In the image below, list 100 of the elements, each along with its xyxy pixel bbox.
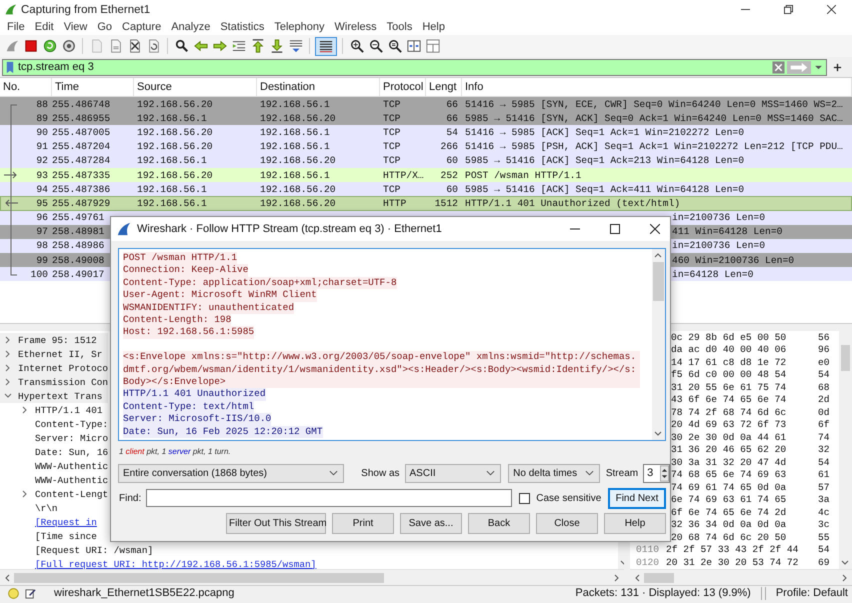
dialog-button[interactable]: Back [468,513,530,534]
hex-bytes: 31 20 55 6e 61 75 74 [670,382,788,393]
tree-item[interactable]: Server: Micro [35,432,108,444]
packet-row[interactable]: 89 255.486955 192.168.56.1 192.168.56.20 TCP 66 5985 → 51416 [SYN, ACK] Seq=0 Ack=1 Win=64240 Len=0 MSS=1460 SAC… [0,111,852,126]
table-cell-text: 192.168.56.1 [136,155,208,166]
menu-item[interactable]: Tools [382,21,418,33]
conversation-dropdown[interactable]: Entire conversation (1868 bytes) [118,464,344,482]
column-header[interactable]: Lengt [426,78,462,96]
hex-bytes: 54 [818,369,830,380]
link[interactable]: [Full request URI: http://192.168.56.1:5985/wsman] [35,558,316,569]
tree-item[interactable]: \r\n [35,502,58,514]
table-cell-text: 51416 → 5985 [SYN, ECE, CWR] Seq=0 Win=64240 Len=0 MSS=1460 WS=2… [464,98,844,110]
capture-file-name: wireshark_Ethernet1SB5E22.pcapng [54,587,234,599]
table-cell-text: 5985 → 51416 [ACK] Seq=1 Ack=411 Win=64128 Len=0 [464,184,746,195]
table-cell-text: 411 Win=64128 Len=0 [672,226,784,238]
table-cell-text: 255.487386 [52,184,112,195]
table-cell-text: 98 [35,240,49,252]
column-header[interactable]: Source [134,78,257,96]
hex-bytes: 32 36 34 0d 0a 0d 0a [670,519,788,530]
window-title: Capturing from Ethernet1 [21,4,150,16]
packet-row[interactable]: 92 255.487284 192.168.56.1 192.168.56.20 TCP 60 5985 → 51416 [ACK] Seq=1 Ack=213 Win=64128 Len=0 [0,154,852,168]
tree-item[interactable]: Content-Type: [35,418,108,430]
hex-bytes: 6e 74 69 63 61 74 65 [670,494,788,506]
table-cell-text: 66 [445,98,459,110]
column-header[interactable]: No. [0,78,52,96]
dialog-button[interactable]: Close [536,513,598,534]
table-cell-text: 255.487335 [52,170,112,181]
table-cell-text: 255.486955 [52,112,112,124]
table-cell-text: in=2100736 Len=0 [672,240,766,252]
packet-row[interactable]: 90 255.487005 192.168.56.20 192.168.56.1 TCP 54 51416 → 5985 [ACK] Seq=1 Ack=1 Win=2102272 Len=0 [0,125,852,140]
table-cell-text: 192.168.56.20 [136,126,214,138]
hex-bytes: 57 [818,482,830,493]
packet-row[interactable]: 94 255.487386 192.168.56.1 192.168.56.20 TCP 60 5985 → 51416 [ACK] Seq=1 Ack=411 Win=64128 Len=0 [0,182,852,196]
menu-item[interactable]: Go [92,21,118,33]
table-cell-text: 255.486748 [52,98,112,110]
column-header[interactable]: Destination [257,78,380,96]
menu-item[interactable]: Wireless [330,21,382,33]
hex-bytes: 74 68 65 6e 74 69 63 [670,469,788,480]
table-cell-text: TCP [382,98,402,110]
menu-item[interactable]: Capture [117,21,166,33]
table-cell-text: 192.168.56.20 [136,141,214,152]
column-header[interactable]: Info [462,78,852,96]
menu-item[interactable]: Help [417,21,450,33]
dialog-button[interactable]: Save as... [400,513,462,534]
table-cell-text: 460 Win=2100736 Len=0 [672,254,796,266]
menu-item[interactable]: Analyze [166,21,216,33]
tree-item[interactable]: [Time since [35,530,97,542]
table-cell-text: in=2100736 Len=0 [672,212,766,224]
hex-bytes: da ac d0 40 00 40 06 [670,344,788,356]
dialog-button[interactable]: Print [332,513,394,534]
table-cell-text: 192.168.56.20 [136,98,214,110]
dialog-button[interactable]: Filter Out This Stream [226,513,326,534]
menu-item[interactable]: File [2,21,30,33]
packet-row[interactable]: 91 255.487204 192.168.56.20 192.168.56.1 TCP 266 51416 → 5985 [PSH, ACK] Seq=1 Ack=1 Win=2102272 Len=212 [TCP PDU… [0,140,852,154]
table-cell-text: 266 [440,141,459,152]
hex-bytes: 6f [818,419,830,430]
table-cell: 258.48986 [52,240,104,252]
packet-row[interactable]: 95 255.487929 192.168.56.1 192.168.56.20 HTTP 1512 HTTP/1.1 401 Unauthorized (text/html) [0,196,852,210]
hex-bytes: 20 4d 69 63 72 6f 73 [670,419,788,430]
packet-row[interactable]: 88 255.486748 192.168.56.20 192.168.56.1 TCP 66 51416 → 5985 [SYN, ECE, CWR] Seq=0 Win=64240 Len=0 MSS=1460 WS=2… [0,97,852,112]
hex-bytes: 68 [818,382,830,393]
table-cell-text: 192.168.56.1 [259,170,331,181]
table-cell-text: 100 [30,268,49,280]
display-filter-field[interactable]: tcp.stream eq 3 [2,58,827,76]
dialog-button[interactable]: Help [604,513,666,534]
column-header[interactable]: Time [52,78,134,96]
table-cell-text: 192.168.56.20 [259,184,337,195]
table-cell-text: 192.168.56.20 [259,112,337,124]
menu-item[interactable]: Statistics [215,21,270,33]
table-cell-text: 51416 → 5985 [ACK] Seq=1 Ack=1 Win=2102272 Len=0 [464,126,746,138]
table-cell-text: TCP [382,184,402,195]
tree-item[interactable]: Date: Sun, 16 [35,446,108,458]
profile-label[interactable]: Profile: Default [776,587,848,599]
menu-item[interactable]: View [58,21,92,33]
menu-item[interactable]: Edit [30,21,59,33]
find-next-button[interactable]: Find Next [608,488,666,508]
stream-spinbox[interactable]: 3 [643,464,670,482]
table-cell-text: 88 [35,98,49,110]
packet-row[interactable]: 93 255.487335 192.168.56.20 192.168.56.1 HTTP/X… 252 POST /wsman HTTP/1.1 [0,168,852,182]
table-cell-text: 255.487204 [52,141,112,152]
table-cell-text: 255.487929 [52,198,112,209]
checkbox-label[interactable]: Case sensitive [536,492,602,504]
tree-item[interactable]: Content-Lengt [35,488,108,500]
tree-item[interactable]: HTTP/1.1 401 [35,404,103,416]
hex-bytes: 32 [818,444,830,456]
table-cell-text: 93 [35,170,49,181]
tree-item[interactable]: WWW-Authentic [35,474,108,486]
column-header[interactable]: Protocol [380,78,426,96]
delta-times-dropdown[interactable]: No delta times [508,464,600,482]
show-as-dropdown[interactable]: ASCII [404,464,502,482]
table-cell-text: 192.168.56.20 [259,198,337,209]
tree-item[interactable]: WWW-Authentic [35,460,108,472]
link[interactable]: [Request in [35,516,97,528]
hex-bytes: 96 [818,344,830,356]
table-cell-text: HTTP/1.1 401 Unauthorized (text/html) [464,198,682,209]
menu-item[interactable]: Telephony [269,21,330,33]
tree-item[interactable]: [Request URI: /wsman] [35,544,154,556]
table-cell: 258.49008 [52,254,104,266]
table-cell-text: 54 [445,126,459,138]
table-cell-text: POST /wsman HTTP/1.1 [464,170,582,181]
